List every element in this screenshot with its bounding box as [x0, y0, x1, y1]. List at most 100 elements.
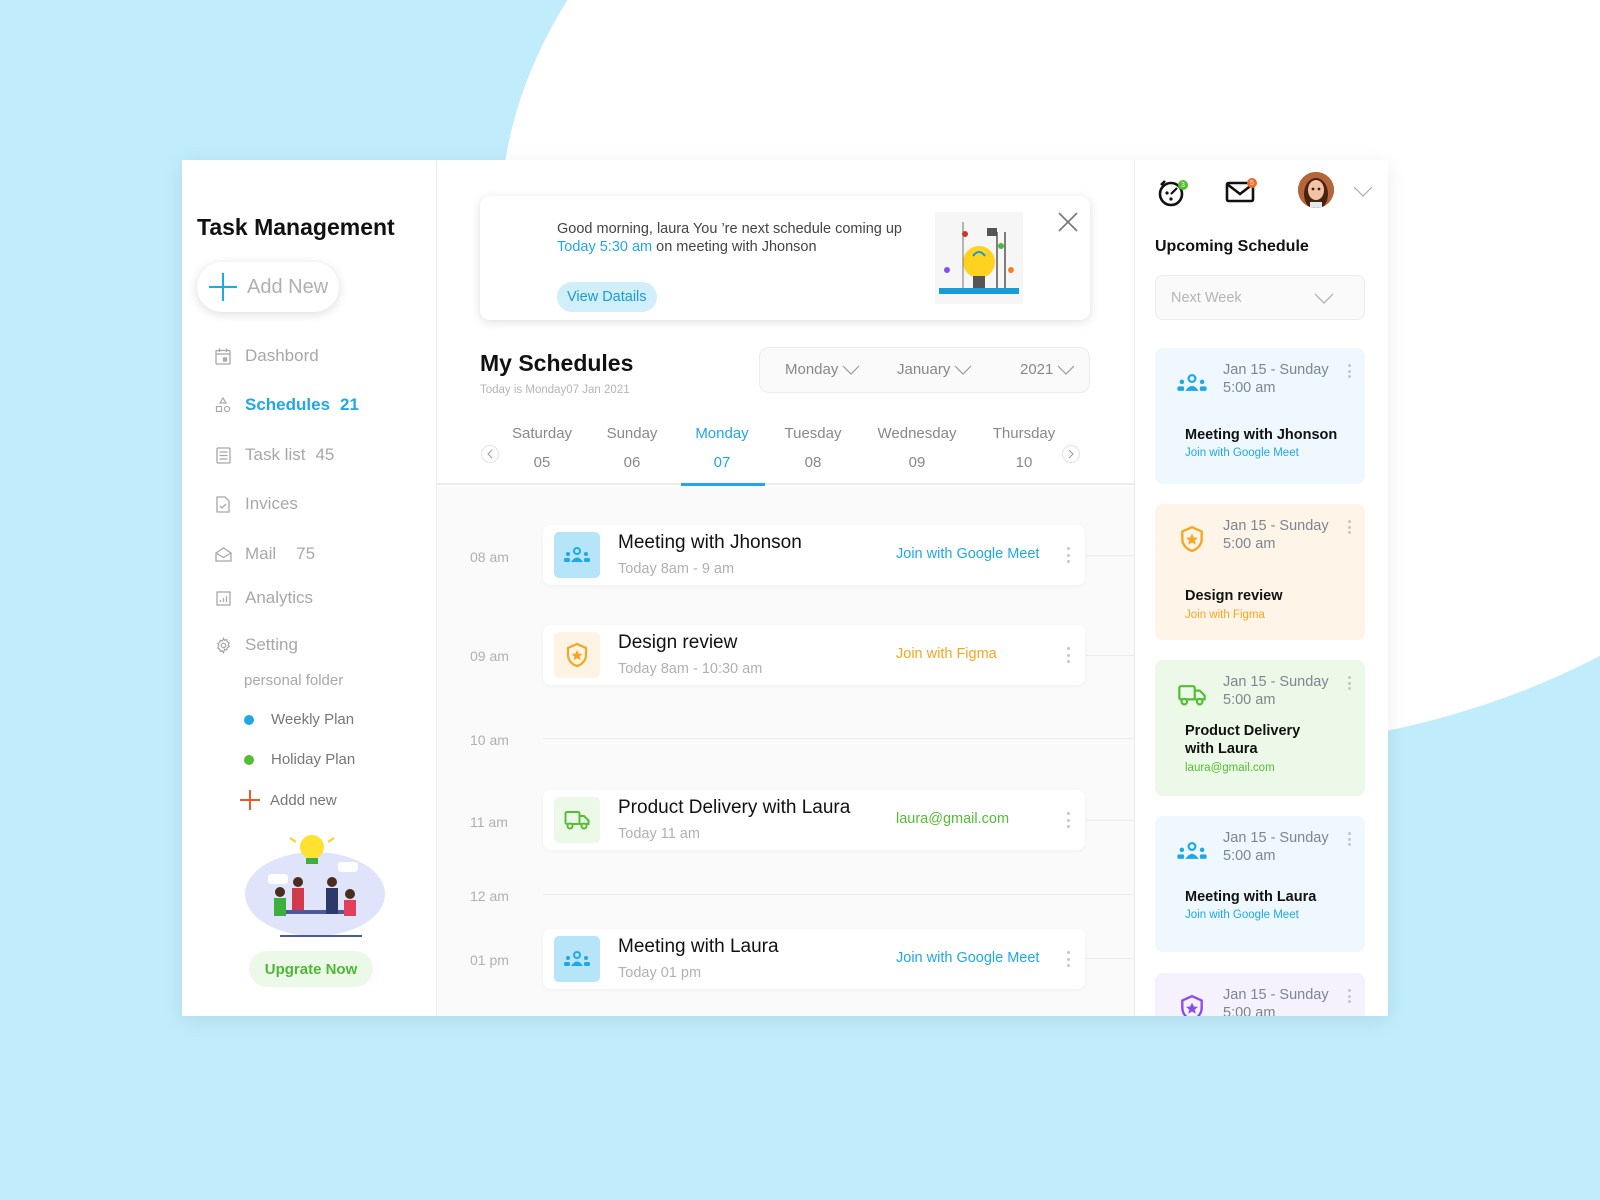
upcoming-date: Jan 15 - Sunday 5:00 am: [1223, 829, 1329, 865]
chevron-left-icon: [487, 449, 493, 459]
year-select-value: 2021: [1020, 361, 1054, 378]
upcoming-time-text: 5:00 am: [1223, 848, 1276, 864]
day-saturday[interactable]: Saturday 05: [512, 425, 572, 471]
more-options-icon[interactable]: [1067, 647, 1071, 663]
upcoming-link[interactable]: Join with Figma: [1185, 609, 1265, 621]
day-tuesday[interactable]: Tuesday 08: [783, 425, 843, 471]
add-new-label: Add New: [247, 275, 329, 298]
upcoming-date-text: Jan 15 - Sunday: [1223, 830, 1329, 846]
day-wednesday[interactable]: Wednesday 09: [877, 425, 957, 471]
alarm-button[interactable]: 3: [1157, 178, 1188, 213]
more-options-icon[interactable]: [1348, 520, 1351, 534]
chevron-down-icon[interactable]: [1353, 186, 1373, 197]
sidebar-item-schedules[interactable]: Schedules 21: [214, 395, 359, 415]
month-select-value: January: [897, 361, 951, 378]
event-card[interactable]: Product Delivery with Laura Today 11 am …: [543, 790, 1085, 850]
sidebar-item-dashboard[interactable]: Dashbord: [214, 346, 319, 366]
upcoming-card[interactable]: Jan 15 - Sunday 5:00 am Design review Jo…: [1155, 504, 1365, 640]
prev-day-button[interactable]: [481, 445, 499, 463]
calendar-icon: [214, 347, 232, 365]
upcoming-card[interactable]: Jan 15 - Sunday 5:00 am Meeting with Jho…: [1155, 348, 1365, 484]
day-strip: Saturday 05 Sunday 06 Monday 07 Tuesday …: [437, 415, 1134, 486]
sidebar-item-label: Setting: [245, 635, 298, 654]
month-select[interactable]: January: [897, 361, 972, 378]
add-folder-label: Addd new: [270, 791, 337, 809]
day-name: Thursday: [992, 425, 1056, 442]
hour-line: [543, 894, 1134, 895]
more-options-icon[interactable]: [1067, 812, 1071, 828]
upcoming-card[interactable]: Jan 15 - Sunday 5:00 am Product Delivery…: [1155, 660, 1365, 796]
people-group-icon: [554, 936, 600, 982]
folder-color-dot: [244, 714, 254, 725]
upcoming-title-text: Design review: [1185, 588, 1283, 604]
upcoming-link[interactable]: Join with Google Meet: [1185, 909, 1299, 921]
more-options-icon[interactable]: [1348, 832, 1351, 846]
document-check-icon: [214, 495, 232, 513]
day-name: Sunday: [606, 425, 658, 442]
upcoming-title-text: Meeting with Jhonson: [1185, 427, 1338, 443]
sidebar-item-count: 21: [340, 395, 359, 414]
sidebar-item-mail[interactable]: Mail 75: [214, 544, 315, 564]
sidebar: Task Management Add New Dashbord Schedul…: [182, 160, 437, 1016]
close-icon[interactable]: [1056, 210, 1080, 234]
event-title: Meeting with Jhonson: [618, 532, 802, 553]
upcoming-time-text: 5:00 am: [1223, 380, 1276, 396]
upcoming-card[interactable]: Jan 15 - Sunday 5:00 am Meeting with Lau…: [1155, 816, 1365, 952]
upcoming-date-text: Jan 15 - Sunday: [1223, 674, 1329, 690]
upcoming-title-text: Meeting with Laura: [1185, 889, 1317, 905]
hour-line: [543, 738, 1134, 739]
notification-message: Good morning, laura You ’re next schedul…: [557, 220, 902, 256]
upcoming-link[interactable]: laura@gmail.com: [1185, 762, 1275, 774]
upcoming-title: Upcoming Schedule: [1155, 238, 1309, 255]
more-options-icon[interactable]: [1348, 676, 1351, 690]
sidebar-item-invoices[interactable]: Invices: [214, 494, 298, 514]
more-options-icon[interactable]: [1067, 951, 1071, 967]
chart-icon: [214, 589, 232, 607]
upcoming-card[interactable]: Jan 15 - Sunday 5:00 am: [1155, 973, 1365, 1016]
event-link[interactable]: Join with Google Meet: [896, 546, 1039, 562]
plus-icon: [209, 273, 237, 301]
day-thursday[interactable]: Thursday 10: [991, 425, 1057, 471]
avatar[interactable]: [1298, 172, 1334, 208]
next-day-button[interactable]: [1062, 445, 1080, 463]
upcoming-link[interactable]: Join with Google Meet: [1185, 447, 1299, 459]
time-label: 01 pm: [470, 952, 509, 968]
event-link[interactable]: Join with Google Meet: [896, 950, 1039, 966]
week-filter-select[interactable]: Next Week: [1155, 275, 1365, 320]
mail-open-icon: [214, 545, 232, 563]
day-sunday[interactable]: Sunday 06: [605, 425, 659, 471]
mail-button[interactable]: 5: [1225, 178, 1257, 209]
day-date: 10: [1015, 454, 1033, 471]
shapes-icon: [214, 396, 232, 414]
sidebar-item-label: Dashbord: [245, 346, 319, 365]
day-date: 08: [804, 454, 822, 471]
folder-holiday-plan[interactable]: Holiday Plan: [244, 751, 355, 768]
day-monday[interactable]: Monday 07: [693, 425, 751, 471]
sidebar-item-analytics[interactable]: Analytics: [214, 588, 313, 608]
truck-icon: [1175, 680, 1209, 710]
gear-icon: [214, 636, 232, 654]
event-link[interactable]: laura@gmail.com: [896, 811, 1009, 827]
event-card[interactable]: Meeting with Laura Today 01 pm Join with…: [543, 929, 1085, 989]
add-new-button[interactable]: Add New: [197, 262, 339, 312]
event-card[interactable]: Design review Today 8am - 10:30 am Join …: [543, 625, 1085, 685]
event-card[interactable]: Meeting with Jhonson Today 8am - 9 am Jo…: [543, 525, 1085, 585]
active-day-indicator: [681, 483, 765, 486]
view-details-button[interactable]: View Datails: [557, 282, 657, 312]
user-avatar-image: [1298, 172, 1334, 208]
notification-line1: Good morning, laura You ’re next schedul…: [557, 221, 902, 237]
sidebar-item-setting[interactable]: Setting: [214, 635, 298, 655]
people-group-icon: [1175, 836, 1209, 866]
sidebar-item-task-list[interactable]: Task list 45: [214, 445, 334, 465]
event-link[interactable]: Join with Figma: [896, 646, 997, 662]
day-select[interactable]: Monday: [785, 361, 860, 378]
upgrade-button[interactable]: Upgrate Now: [249, 951, 373, 987]
more-options-icon[interactable]: [1067, 547, 1071, 563]
more-options-icon[interactable]: [1348, 364, 1351, 378]
app-window: Task Management Add New Dashbord Schedul…: [182, 160, 1388, 1016]
folder-weekly-plan[interactable]: Weekly Plan: [244, 711, 354, 728]
upcoming-time-text: 5:00 am: [1223, 692, 1276, 708]
year-select[interactable]: 2021: [1020, 361, 1075, 378]
add-folder-button[interactable]: Addd new: [240, 790, 337, 810]
more-options-icon[interactable]: [1348, 989, 1351, 1003]
